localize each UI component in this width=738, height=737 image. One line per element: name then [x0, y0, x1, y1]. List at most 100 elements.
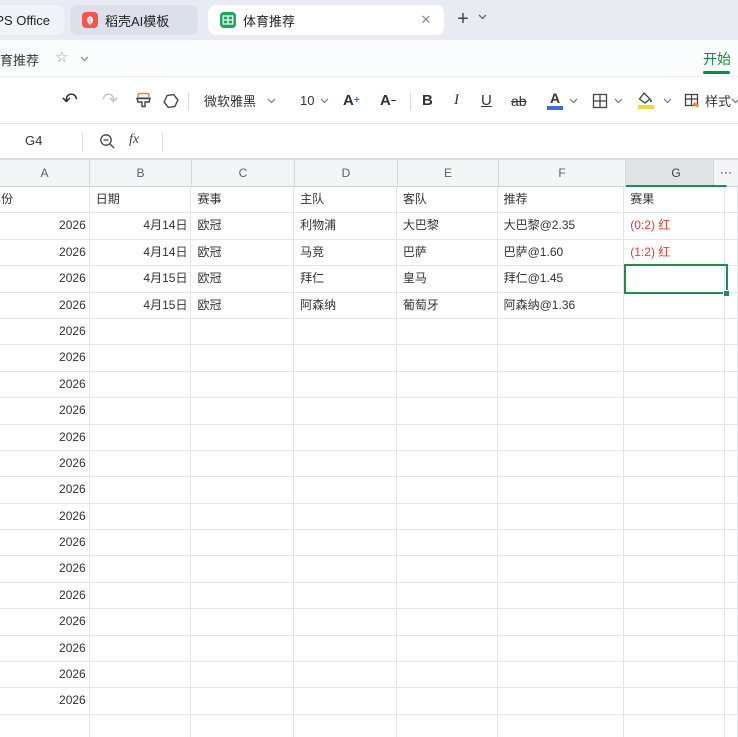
cell[interactable]: [725, 187, 738, 213]
cell[interactable]: [397, 345, 498, 371]
cell[interactable]: [725, 477, 738, 503]
column-header-B[interactable]: B: [90, 160, 192, 187]
cell[interactable]: 推荐: [498, 187, 625, 213]
cell[interactable]: 2026: [0, 636, 90, 662]
cell[interactable]: [725, 636, 738, 662]
font-name-chevron-down-icon[interactable]: [267, 77, 276, 124]
cell[interactable]: [624, 583, 725, 609]
cell[interactable]: [397, 636, 498, 662]
cell[interactable]: [498, 715, 625, 737]
cell[interactable]: [397, 319, 498, 345]
cell[interactable]: [90, 451, 192, 477]
formula-input[interactable]: [170, 124, 730, 158]
cell[interactable]: [294, 688, 397, 714]
cell[interactable]: [191, 504, 294, 530]
cell[interactable]: [397, 662, 498, 688]
cell[interactable]: [498, 583, 625, 609]
cell[interactable]: [397, 530, 498, 556]
cell[interactable]: 2026: [0, 609, 90, 635]
cell[interactable]: [725, 425, 738, 451]
cell[interactable]: [624, 319, 725, 345]
cell[interactable]: [624, 636, 725, 662]
column-header-E[interactable]: E: [398, 160, 499, 187]
cell[interactable]: [725, 688, 738, 714]
strikethrough-button[interactable]: ab: [511, 77, 527, 124]
more-columns-button[interactable]: ⋯: [713, 160, 738, 185]
new-tab-chevron-down-icon[interactable]: [478, 14, 487, 20]
cell[interactable]: [498, 636, 625, 662]
eraser-icon[interactable]: [161, 77, 181, 124]
cell[interactable]: [397, 398, 498, 424]
cell[interactable]: [0, 715, 90, 737]
cell[interactable]: [624, 662, 725, 688]
cell[interactable]: 巴萨: [397, 240, 498, 266]
cell[interactable]: 葡萄牙: [397, 293, 498, 319]
cell[interactable]: 客队: [397, 187, 498, 213]
cell[interactable]: [191, 372, 294, 398]
cell[interactable]: [498, 345, 625, 371]
cell[interactable]: [294, 662, 397, 688]
cell[interactable]: [397, 372, 498, 398]
cell[interactable]: [498, 504, 625, 530]
cell[interactable]: [725, 240, 738, 266]
cell[interactable]: [294, 583, 397, 609]
cell[interactable]: [191, 451, 294, 477]
cell[interactable]: [191, 425, 294, 451]
cell[interactable]: [498, 425, 625, 451]
cell[interactable]: 阿森纳: [294, 293, 397, 319]
cell[interactable]: [624, 345, 725, 371]
cell[interactable]: [191, 319, 294, 345]
new-tab-button[interactable]: +: [452, 9, 474, 31]
insert-function-icon[interactable]: fx: [129, 132, 139, 148]
cell[interactable]: [498, 688, 625, 714]
cell[interactable]: [725, 372, 738, 398]
cell[interactable]: [498, 451, 625, 477]
cell[interactable]: (1:2) 红: [624, 240, 725, 266]
cell[interactable]: [191, 715, 294, 737]
cell[interactable]: [624, 609, 725, 635]
cell[interactable]: [725, 398, 738, 424]
cell[interactable]: [90, 372, 192, 398]
font-name-select[interactable]: 微软雅黑: [204, 77, 256, 124]
cell[interactable]: [191, 583, 294, 609]
cell[interactable]: 拜仁@1.45: [498, 266, 625, 292]
cell[interactable]: 欧冠: [191, 213, 294, 239]
cell[interactable]: [191, 609, 294, 635]
cell[interactable]: [498, 319, 625, 345]
cell[interactable]: [90, 425, 192, 451]
cell[interactable]: [294, 345, 397, 371]
cell[interactable]: [624, 425, 725, 451]
cell[interactable]: [397, 477, 498, 503]
cell[interactable]: 赛事: [191, 187, 294, 213]
cell[interactable]: [191, 398, 294, 424]
cell[interactable]: [725, 609, 738, 635]
cell[interactable]: 2026: [0, 372, 90, 398]
cell-style-button[interactable]: 样式: [684, 77, 731, 124]
cell[interactable]: [90, 583, 192, 609]
cell[interactable]: 2026: [0, 240, 90, 266]
font-size-chevron-down-icon[interactable]: [320, 77, 329, 124]
cell[interactable]: [725, 266, 738, 292]
cell[interactable]: [294, 636, 397, 662]
fill-handle[interactable]: [723, 290, 730, 297]
cell[interactable]: [90, 609, 192, 635]
bold-button[interactable]: B: [422, 77, 433, 124]
cell[interactable]: (0:2) 红: [624, 213, 725, 239]
cell[interactable]: 主队: [294, 187, 397, 213]
tab-wps-office[interactable]: PS Office: [0, 5, 64, 35]
cell[interactable]: 马竞: [294, 240, 397, 266]
cell[interactable]: [191, 662, 294, 688]
cell[interactable]: [624, 556, 725, 582]
redo-button[interactable]: ↷: [102, 77, 118, 124]
column-header-D[interactable]: D: [295, 160, 398, 187]
cell[interactable]: 阿森纳@1.36: [498, 293, 625, 319]
cell[interactable]: 日期: [90, 187, 192, 213]
cell[interactable]: [498, 372, 625, 398]
cell[interactable]: [397, 425, 498, 451]
cell[interactable]: [498, 477, 625, 503]
cell[interactable]: [725, 556, 738, 582]
cell[interactable]: [90, 398, 192, 424]
cell[interactable]: 2026: [0, 556, 90, 582]
cell[interactable]: [725, 662, 738, 688]
column-header-G[interactable]: G: [626, 160, 727, 187]
